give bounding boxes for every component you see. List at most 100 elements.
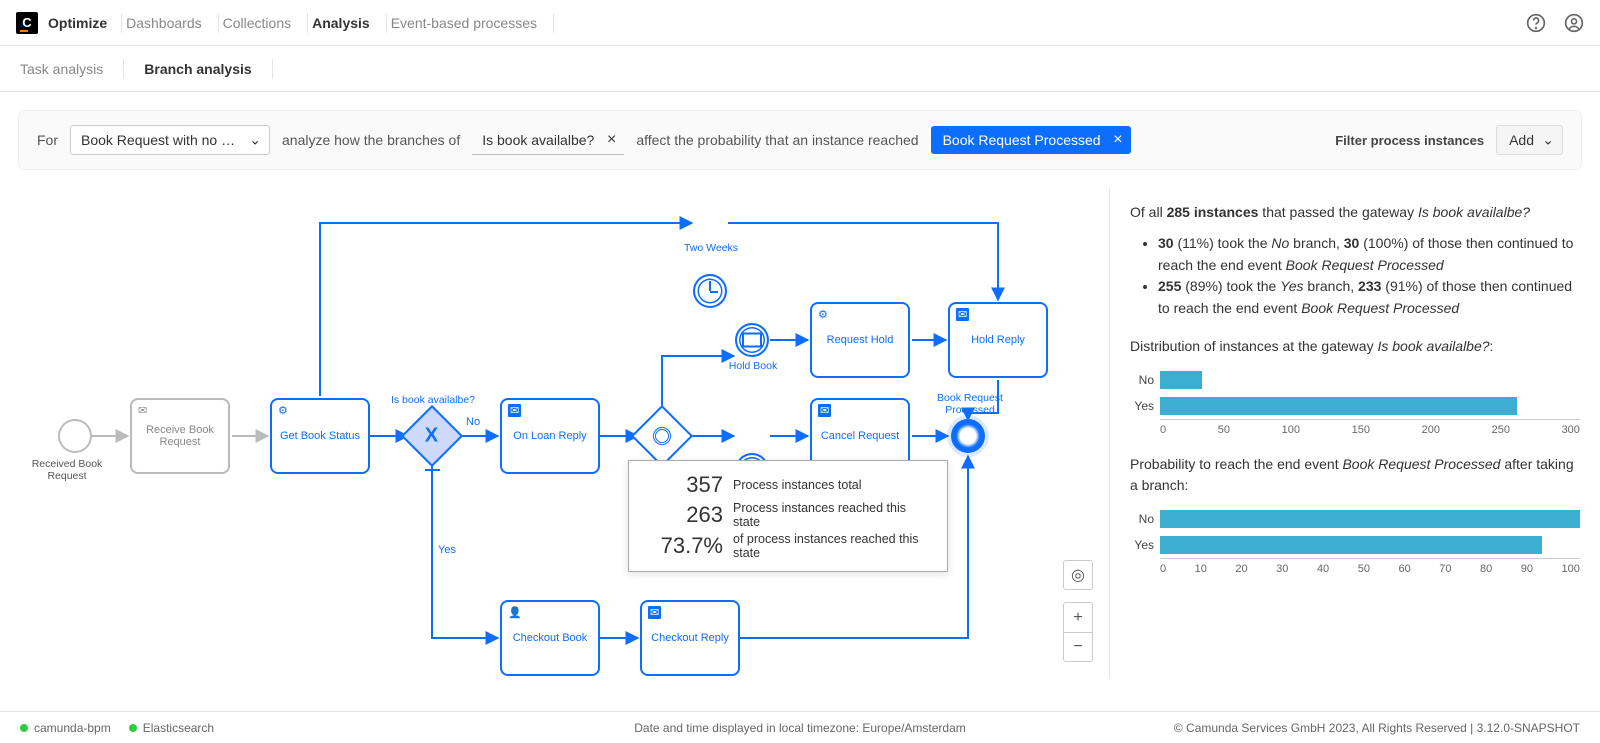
for-label: For	[37, 132, 58, 148]
send-icon: ✉	[508, 404, 521, 417]
end-event[interactable]	[951, 419, 985, 453]
chart-tick: 80	[1480, 563, 1492, 575]
chart1-heading: Distribution of instances at the gateway…	[1130, 336, 1580, 357]
chart-tick: 70	[1439, 563, 1451, 575]
text-analyze: analyze how the branches of	[282, 132, 460, 148]
tab-task-analysis[interactable]: Task analysis	[20, 61, 103, 77]
chart-tick: 150	[1352, 424, 1370, 436]
copyright-text: © Camunda Services GmbH 2023, All Rights…	[1174, 721, 1580, 735]
chart-bar	[1160, 536, 1542, 554]
zoom-out-button[interactable]: −	[1063, 632, 1093, 662]
tooltip-total-text: Process instances total	[733, 478, 862, 492]
status-bar: camunda-bpm Elasticsearch Date and time …	[0, 711, 1600, 743]
chevron-down-icon: ⌄	[249, 132, 261, 149]
branch-yes-label: Yes	[438, 544, 456, 556]
send-icon: ✉	[648, 606, 661, 619]
send-icon: ✉	[956, 308, 969, 321]
chart-category-label: Yes	[1130, 399, 1160, 413]
top-header: C Optimize Dashboards Collections Analys…	[0, 0, 1600, 46]
tooltip-total-num: 357	[643, 472, 723, 498]
chart-tick: 250	[1492, 424, 1510, 436]
message-icon: ✉	[138, 404, 147, 417]
chart-bar	[1160, 371, 1202, 389]
chart-tick: 0	[1160, 563, 1166, 575]
task-checkout-book[interactable]: 👤 Checkout Book	[500, 600, 600, 676]
chart-tick: 100	[1282, 424, 1300, 436]
user-icon[interactable]	[1564, 13, 1584, 33]
end-event-value: Book Request Processed	[943, 132, 1101, 148]
status-dot-icon	[20, 724, 28, 732]
status-dot-icon	[129, 724, 137, 732]
add-filter-label: Add	[1509, 132, 1534, 148]
app-logo[interactable]: C	[16, 12, 38, 34]
zoom-in-button[interactable]: +	[1063, 602, 1093, 632]
chart2-heading: Probability to reach the end event Book …	[1130, 454, 1580, 496]
task-receive-book[interactable]: ✉ Receive Book Request	[130, 398, 230, 474]
probability-chart: NoYes0102030405060708090100	[1130, 506, 1580, 575]
nav-dashboards[interactable]: Dashboards	[126, 15, 202, 31]
send-icon: ✉	[818, 404, 831, 417]
status-elastic: Elasticsearch	[129, 721, 214, 735]
nav-analysis[interactable]: Analysis	[312, 15, 370, 31]
chart-tick: 30	[1276, 563, 1288, 575]
sub-nav: Task analysis Branch analysis	[0, 46, 1600, 92]
event-timer[interactable]	[693, 274, 727, 308]
process-select-value: Book Request with no bus…	[81, 132, 258, 148]
clear-gateway-icon[interactable]: ×	[607, 131, 616, 149]
bpmn-canvas[interactable]: Received Book Request ✉ Receive Book Req…	[0, 188, 1110, 678]
tooltip-pct-text: of process instances reached this state	[733, 532, 933, 560]
chart-tick: 50	[1218, 424, 1230, 436]
nav-collections[interactable]: Collections	[223, 15, 291, 31]
start-event[interactable]	[58, 419, 92, 453]
chart-tick: 0	[1160, 424, 1166, 436]
analysis-panel: Of all 285 instances that passed the gat…	[1110, 188, 1600, 678]
status-engine: camunda-bpm	[20, 721, 111, 735]
task-request-hold[interactable]: ⚙ Request Hold	[810, 302, 910, 378]
event-hold-book-label: Hold Book	[708, 360, 798, 372]
timezone-text: Date and time displayed in local timezon…	[634, 721, 966, 735]
help-icon[interactable]	[1526, 13, 1546, 33]
add-filter-button[interactable]: Add ⌄	[1496, 125, 1563, 155]
chart-tick: 40	[1317, 563, 1329, 575]
chart-tick: 20	[1235, 563, 1247, 575]
event-timer-label: Two Weeks	[666, 242, 756, 254]
app-title: Optimize	[48, 15, 107, 31]
gateway-select[interactable]: Is book availalbe? ×	[472, 126, 624, 155]
process-select[interactable]: Book Request with no bus… ⌄	[70, 125, 270, 155]
node-tooltip: 357 Process instances total 263 Process in…	[628, 460, 948, 572]
intro-text: Of all 285 instances that passed the gat…	[1130, 202, 1580, 223]
filter-label: Filter process instances	[1335, 133, 1484, 148]
gear-icon: ⚙	[818, 308, 828, 321]
tab-branch-analysis[interactable]: Branch analysis	[144, 61, 251, 77]
distribution-chart: NoYes050100150200250300	[1130, 367, 1580, 436]
chart-tick: 60	[1398, 563, 1410, 575]
canvas-controls: ◎ + −	[1063, 554, 1093, 662]
recenter-button[interactable]: ◎	[1063, 560, 1093, 590]
chart-tick: 10	[1195, 563, 1207, 575]
end-event-chip[interactable]: Book Request Processed ×	[931, 126, 1131, 154]
text-affect: affect the probability that an instance …	[636, 132, 918, 148]
chart-tick: 300	[1562, 424, 1580, 436]
clear-end-icon[interactable]: ×	[1113, 131, 1122, 149]
task-get-book-status[interactable]: ⚙ Get Book Status	[270, 398, 370, 474]
chart-tick: 90	[1521, 563, 1533, 575]
chart-category-label: No	[1130, 512, 1160, 526]
control-bar: For Book Request with no bus… ⌄ analyze …	[18, 110, 1582, 170]
tooltip-reached-num: 263	[643, 502, 723, 528]
user-icon: 👤	[508, 606, 522, 619]
gateway-select-value: Is book availalbe?	[482, 132, 594, 148]
start-event-label: Received Book Request	[22, 458, 112, 482]
task-hold-reply[interactable]: ✉ Hold Reply	[948, 302, 1048, 378]
chart-bar	[1160, 510, 1580, 528]
task-on-loan-reply[interactable]: ✉ On Loan Reply	[500, 398, 600, 474]
task-checkout-reply[interactable]: ✉ Checkout Reply	[640, 600, 740, 676]
chevron-down-icon: ⌄	[1542, 132, 1554, 149]
chart-tick: 200	[1422, 424, 1440, 436]
gear-icon: ⚙	[278, 404, 288, 417]
branch-no-label: No	[466, 416, 480, 428]
branch-summary-yes: 255 (89%) took the Yes branch, 233 (91%)…	[1158, 276, 1580, 319]
gateway-label: Is book availalbe?	[388, 394, 478, 406]
nav-event-processes[interactable]: Event-based processes	[391, 15, 537, 31]
event-hold-book[interactable]	[735, 323, 769, 357]
tooltip-reached-text: Process instances reached this state	[733, 501, 933, 529]
